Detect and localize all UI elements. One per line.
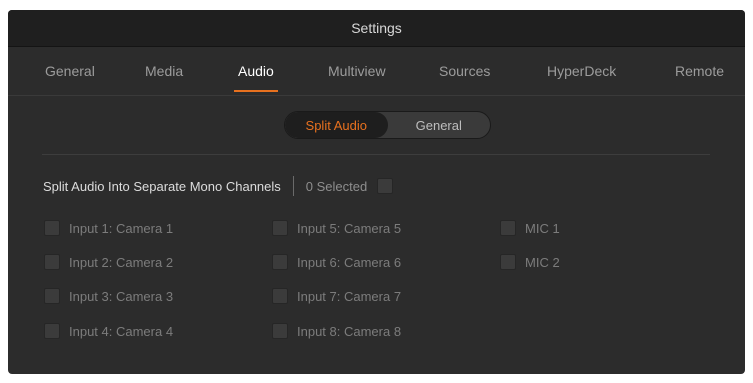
tab-general[interactable]: General (45, 47, 95, 95)
mic-2-checkbox[interactable] (500, 254, 516, 270)
input-3-checkbox[interactable] (44, 288, 60, 304)
selected-count: 0 Selected (305, 178, 368, 194)
tab-sources[interactable]: Sources (439, 47, 490, 95)
input-2-checkbox[interactable] (44, 254, 60, 270)
mic-1-label: MIC 1 (525, 220, 560, 236)
tab-bar: General Media Audio Multiview Sources Hy… (8, 47, 745, 96)
input-7-checkbox[interactable] (272, 288, 288, 304)
input-item-2: Input 2: Camera 2 (44, 252, 173, 272)
input-item-4: Input 4: Camera 4 (44, 321, 173, 341)
input-5-checkbox[interactable] (272, 220, 288, 236)
tab-multiview[interactable]: Multiview (328, 47, 386, 95)
input-item-5: Input 5: Camera 5 (272, 218, 401, 238)
split-audio-label: Split Audio Into Separate Mono Channels (43, 178, 281, 194)
section-divider (42, 154, 710, 155)
tab-remote[interactable]: Remote (675, 47, 724, 95)
mic-2-label: MIC 2 (525, 254, 560, 270)
input-5-label: Input 5: Camera 5 (297, 220, 402, 236)
separator (292, 176, 294, 196)
window-title: Settings (8, 10, 745, 47)
input-item-8: Input 8: Camera 8 (272, 321, 401, 341)
mic-item-1: MIC 1 (500, 218, 560, 238)
settings-window: Settings General Media Audio Multiview S… (8, 10, 745, 374)
mic-1-checkbox[interactable] (500, 220, 516, 236)
input-8-checkbox[interactable] (272, 323, 288, 339)
audio-mode-toggle: Split Audio General (284, 111, 491, 139)
input-6-label: Input 6: Camera 6 (297, 254, 402, 270)
input-4-label: Input 4: Camera 4 (69, 323, 174, 339)
input-item-6: Input 6: Camera 6 (272, 252, 401, 272)
input-6-checkbox[interactable] (272, 254, 288, 270)
input-8-label: Input 8: Camera 8 (297, 323, 402, 339)
input-3-label: Input 3: Camera 3 (69, 288, 174, 304)
input-1-label: Input 1: Camera 1 (69, 220, 174, 236)
input-item-3: Input 3: Camera 3 (44, 286, 173, 306)
input-4-checkbox[interactable] (44, 323, 60, 339)
tab-media[interactable]: Media (145, 47, 183, 95)
segment-split-audio[interactable]: Split Audio (285, 112, 388, 138)
mic-item-2: MIC 2 (500, 252, 560, 272)
tab-hyperdeck[interactable]: HyperDeck (547, 47, 616, 95)
segment-general[interactable]: General (388, 112, 491, 138)
input-item-7: Input 7: Camera 7 (272, 286, 401, 306)
input-1-checkbox[interactable] (44, 220, 60, 236)
input-item-1: Input 1: Camera 1 (44, 218, 173, 238)
input-2-label: Input 2: Camera 2 (69, 254, 174, 270)
tab-audio[interactable]: Audio (234, 47, 278, 95)
select-all-checkbox[interactable] (377, 178, 394, 194)
split-audio-row: Split Audio Into Separate Mono Channels … (43, 175, 394, 197)
input-7-label: Input 7: Camera 7 (297, 288, 402, 304)
